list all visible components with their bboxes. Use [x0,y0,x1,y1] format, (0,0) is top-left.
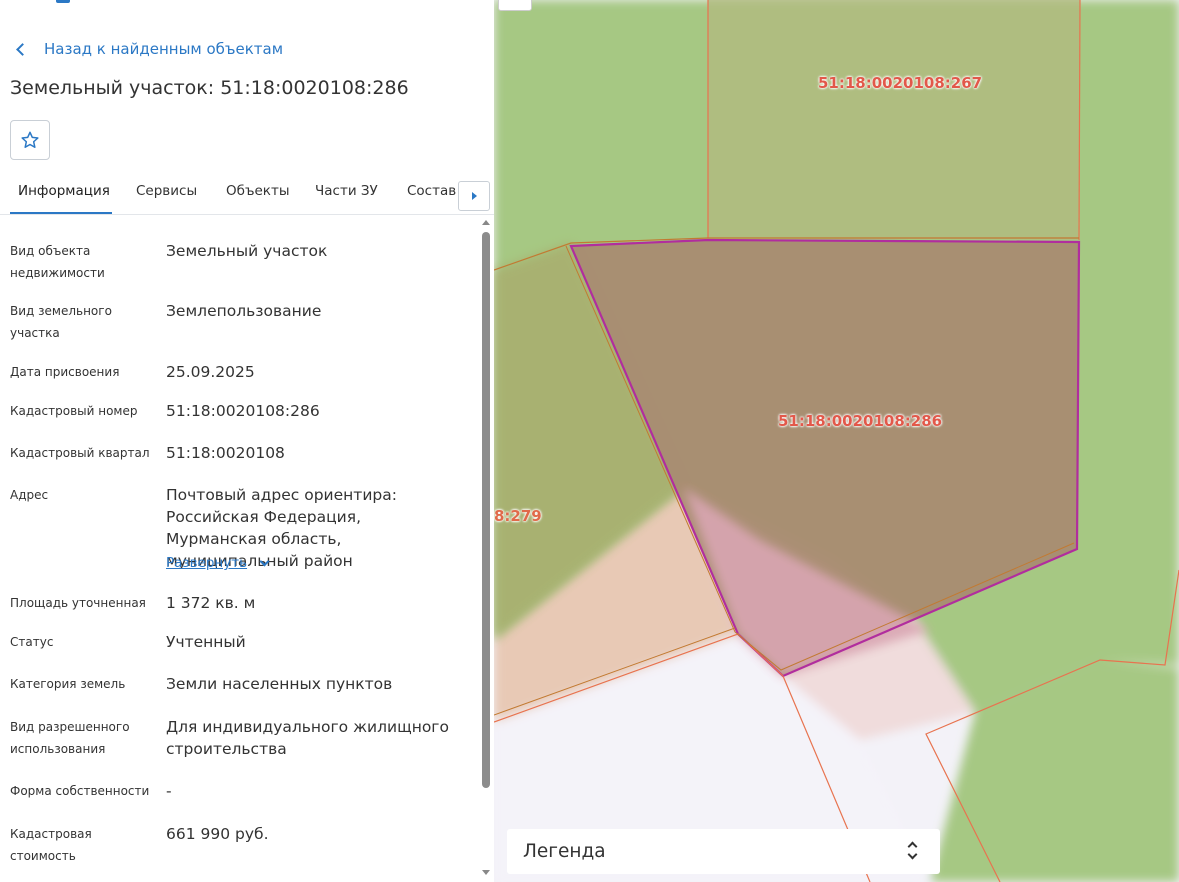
tab-information[interactable]: Информация [18,183,110,199]
chevron-left-icon [16,42,29,56]
expand-address-link[interactable]: Развернуть [166,555,270,571]
field-label: Форма собственности [10,784,150,798]
field-label: Кадастровый номер [10,404,138,418]
field-value: Для индивидуального жилищного строительс… [166,718,449,758]
field-label: Вид земельного участка [10,304,112,340]
field-label: Вид разрешенного использования [10,720,130,756]
field-value: 51:18:0020108 [166,444,285,462]
field-label: Статус [10,635,54,649]
field-label: Дата присвоения [10,365,120,379]
scroll-up-arrow[interactable] [482,220,490,225]
page-title: Земельный участок: 51:18:0020108:286 [10,77,409,99]
favorite-button[interactable] [10,120,50,160]
field-value: Учтенный [166,633,246,651]
back-link[interactable]: Назад к найденным объектам [14,38,283,60]
expand-label: Развернуть [166,555,248,571]
field-label: Адрес [10,488,49,502]
star-icon [21,131,39,148]
tabs-scroll-right-button[interactable] [458,181,490,211]
field-label: Вид объекта недвижимости [10,244,105,280]
field-value: 25.09.2025 [166,363,255,381]
field-value: 51:18:0020108:286 [166,402,320,420]
tab-bar: Информация Сервисы Объекты Части ЗУ Сост… [0,172,494,215]
field-label: Кадастровая стоимость [10,827,92,863]
map-canvas[interactable] [494,0,1179,882]
field-label: Категория земель [10,677,126,691]
caret-right-icon [471,192,477,200]
field-value: - [166,782,172,800]
field-value: Земельный участок [166,242,328,260]
field-value: Землепользование [166,302,322,320]
info-panel: Назад к найденным объектам Земельный уча… [0,0,494,882]
field-value: Земли населенных пунктов [166,675,393,693]
tab-parts[interactable]: Части ЗУ [315,183,378,199]
scroll-down-arrow[interactable] [482,870,490,875]
map-view[interactable]: 51:18:0020108:267 51:18:0020108:286 8:27… [494,0,1179,882]
legend-dropdown[interactable]: Легенда [507,829,940,874]
parcel-label-279: 8:279 [494,507,542,525]
field-value: 661 990 руб. [166,825,269,843]
tab-services[interactable]: Сервисы [136,183,197,199]
tab-composition[interactable]: Состав [407,183,456,199]
active-tab-indicator [10,212,112,214]
scrollbar-thumb[interactable] [482,232,490,788]
header-icon-cut [56,0,70,3]
tab-objects[interactable]: Объекты [226,183,289,199]
chevron-down-icon [259,556,270,566]
field-label: Кадастровый квартал [10,446,150,460]
chevron-up-down-icon [907,840,918,862]
field-label: Площадь уточненная [10,596,146,610]
field-value: 1 372 кв. м [166,594,256,612]
parcel-label-286: 51:18:0020108:286 [778,412,943,430]
back-link-label: Назад к найденным объектам [44,40,284,58]
legend-label: Легенда [523,841,606,862]
map-zoom-button[interactable] [498,0,532,11]
parcel-label-267: 51:18:0020108:267 [818,74,983,92]
